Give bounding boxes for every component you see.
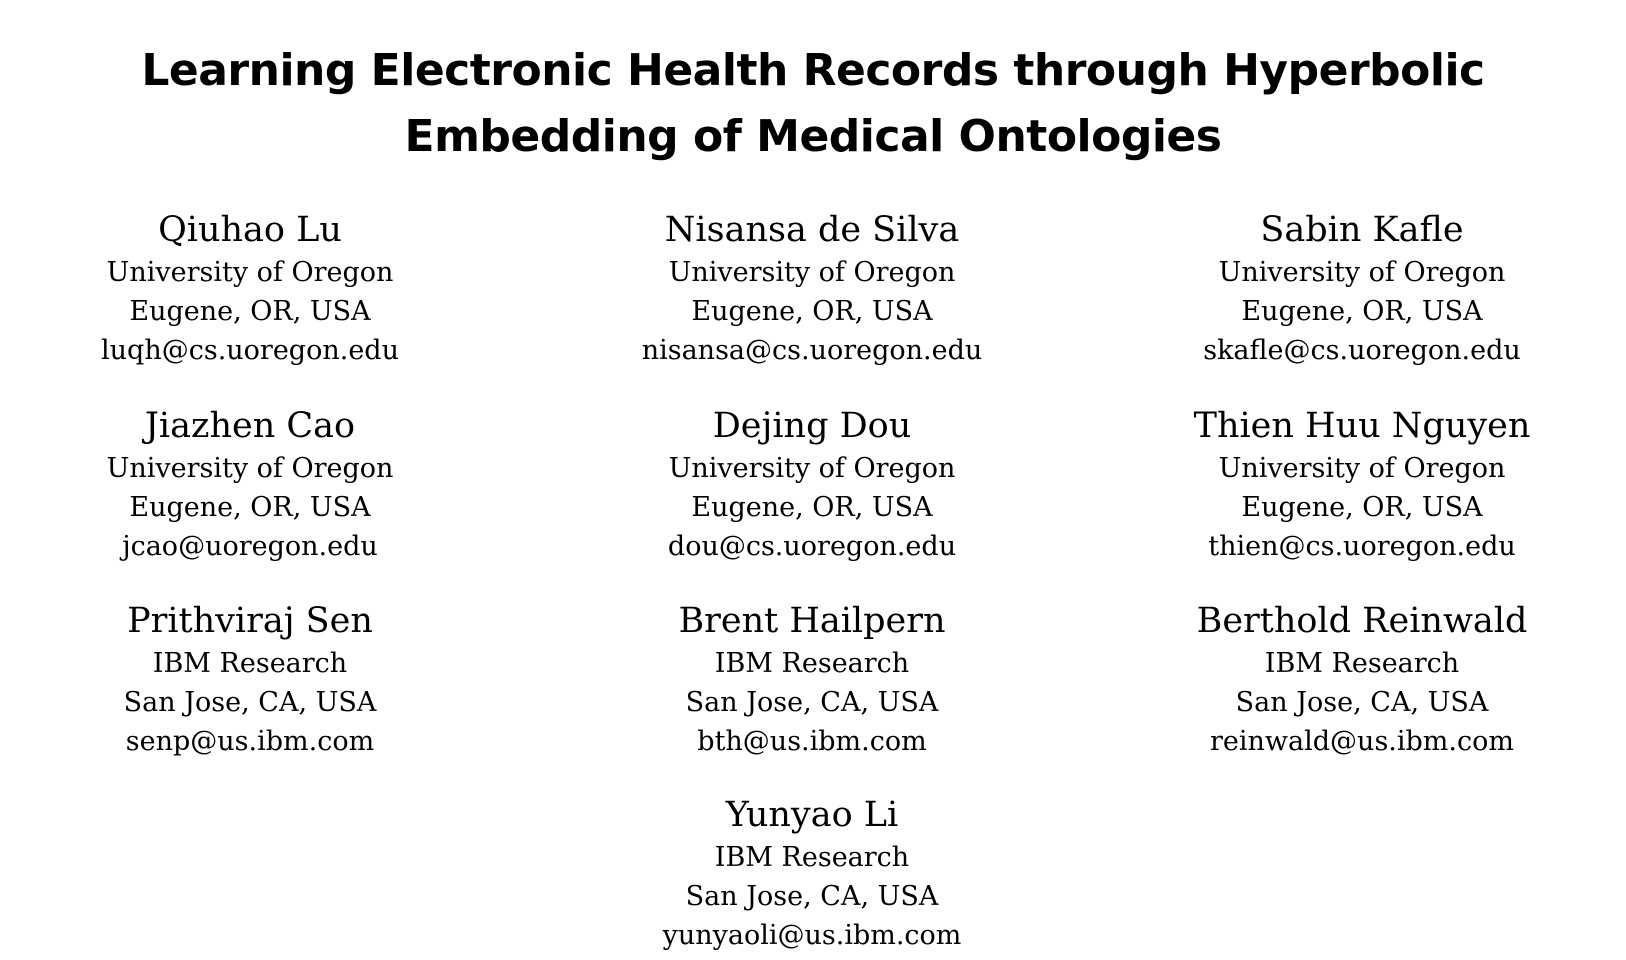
author-name: Nisansa de Silva bbox=[664, 210, 960, 250]
author-affiliation: University of Oregon bbox=[1218, 257, 1506, 288]
author-name: Thien Huu Nguyen bbox=[1193, 406, 1531, 446]
author-affiliation: University of Oregon bbox=[106, 257, 394, 288]
author-email: senp@us.ibm.com bbox=[125, 726, 375, 757]
author-name: Jiazhen Cao bbox=[144, 406, 356, 446]
author-email: nisansa@cs.uoregon.edu bbox=[641, 335, 983, 366]
author-location: Eugene, OR, USA bbox=[1241, 492, 1483, 523]
author-affiliation: IBM Research bbox=[714, 842, 910, 873]
author-block: Qiuhao Lu University of Oregon Eugene, O… bbox=[0, 207, 500, 370]
author-email: reinwald@us.ibm.com bbox=[1210, 726, 1514, 757]
author-email: bth@us.ibm.com bbox=[697, 726, 927, 757]
paper-title: Learning Electronic Health Records throu… bbox=[0, 38, 1626, 170]
author-location: Eugene, OR, USA bbox=[691, 296, 933, 327]
paper-title-line-1: Learning Electronic Health Records throu… bbox=[141, 45, 1485, 96]
author-email: yunyaoli@us.ibm.com bbox=[662, 920, 962, 951]
author-affiliation: University of Oregon bbox=[1218, 453, 1506, 484]
author-location: Eugene, OR, USA bbox=[129, 492, 371, 523]
author-block: Jiazhen Cao University of Oregon Eugene,… bbox=[0, 403, 500, 566]
author-block: Prithviraj Sen IBM Research San Jose, CA… bbox=[0, 598, 500, 761]
author-location: Eugene, OR, USA bbox=[691, 492, 933, 523]
author-name: Prithviraj Sen bbox=[127, 601, 373, 641]
author-email: thien@cs.uoregon.edu bbox=[1208, 531, 1516, 562]
author-email: skafle@cs.uoregon.edu bbox=[1203, 335, 1521, 366]
author-affiliation: University of Oregon bbox=[668, 257, 956, 288]
author-email: jcao@uoregon.edu bbox=[122, 531, 378, 562]
author-email: luqh@cs.uoregon.edu bbox=[101, 335, 399, 366]
author-location: San Jose, CA, USA bbox=[123, 687, 377, 718]
author-block: Thien Huu Nguyen University of Oregon Eu… bbox=[1112, 403, 1612, 566]
author-name: Berthold Reinwald bbox=[1196, 601, 1528, 641]
author-location: San Jose, CA, USA bbox=[685, 881, 939, 912]
author-location: Eugene, OR, USA bbox=[1241, 296, 1483, 327]
author-email: dou@cs.uoregon.edu bbox=[667, 531, 957, 562]
author-block: Yunyao Li IBM Research San Jose, CA, USA… bbox=[562, 792, 1062, 955]
author-name: Qiuhao Lu bbox=[158, 210, 342, 250]
paper-title-line-2: Embedding of Medical Ontologies bbox=[404, 111, 1222, 162]
author-block: Dejing Dou University of Oregon Eugene, … bbox=[562, 403, 1062, 566]
author-affiliation: University of Oregon bbox=[106, 453, 394, 484]
author-location: San Jose, CA, USA bbox=[1235, 687, 1489, 718]
author-name: Sabin Kafle bbox=[1260, 210, 1464, 250]
author-block: Berthold Reinwald IBM Research San Jose,… bbox=[1112, 598, 1612, 761]
author-location: San Jose, CA, USA bbox=[685, 687, 939, 718]
author-affiliation: University of Oregon bbox=[668, 453, 956, 484]
author-block: Sabin Kafle University of Oregon Eugene,… bbox=[1112, 207, 1612, 370]
author-location: Eugene, OR, USA bbox=[129, 296, 371, 327]
author-affiliation: IBM Research bbox=[1264, 648, 1460, 679]
author-name: Yunyao Li bbox=[725, 795, 899, 835]
author-affiliation: IBM Research bbox=[714, 648, 910, 679]
author-block: Brent Hailpern IBM Research San Jose, CA… bbox=[562, 598, 1062, 761]
author-name: Brent Hailpern bbox=[678, 601, 946, 641]
author-block: Nisansa de Silva University of Oregon Eu… bbox=[562, 207, 1062, 370]
author-affiliation: IBM Research bbox=[152, 648, 348, 679]
author-name: Dejing Dou bbox=[712, 406, 912, 446]
